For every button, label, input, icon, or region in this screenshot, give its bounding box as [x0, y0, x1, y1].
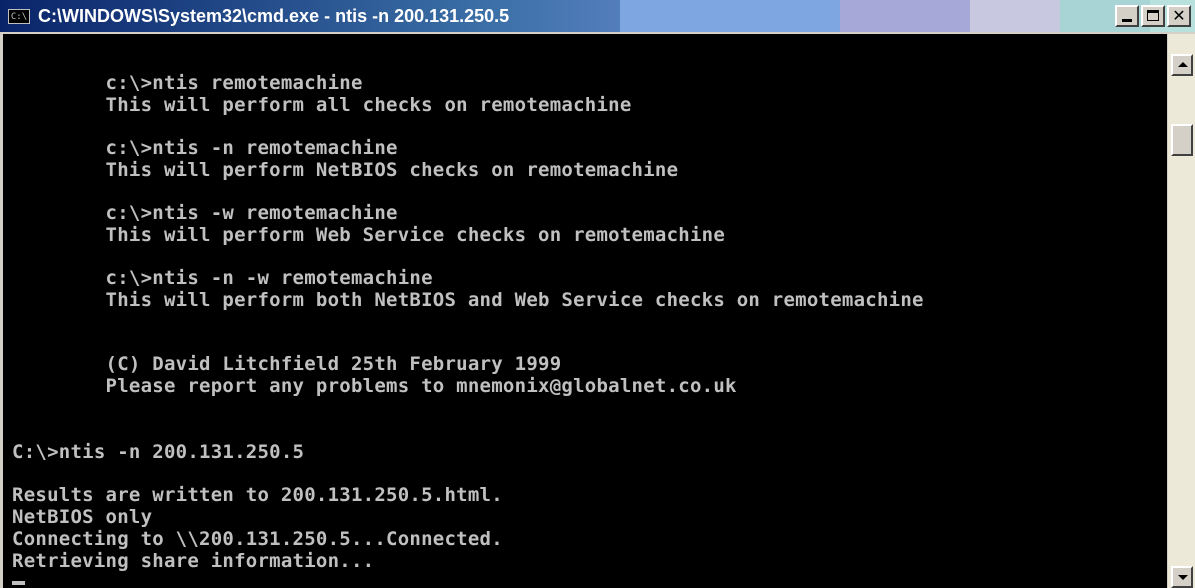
scroll-up-button[interactable]	[1171, 54, 1193, 76]
cmd-icon[interactable]: C:\	[8, 9, 30, 24]
maximize-button[interactable]	[1141, 5, 1165, 27]
window-title: C:\WINDOWS\System32\cmd.exe - ntis -n 20…	[38, 6, 510, 26]
console-output[interactable]: c:\>ntis remotemachine This will perform…	[0, 34, 1167, 588]
arrow-up-icon	[1178, 62, 1188, 67]
console-line: Please report any problems to mnemonix@g…	[12, 375, 737, 397]
console-line: C:\>ntis -n 200.131.250.5	[12, 441, 305, 463]
console-line: This will perform all checks on remotema…	[12, 94, 632, 116]
cmd-window: C:\ C:\WINDOWS\System32\cmd.exe - ntis -…	[0, 0, 1195, 588]
minimize-icon	[1122, 19, 1132, 22]
console-line: This will perform NetBIOS checks on remo…	[12, 159, 679, 181]
console-line: Retrieving share information...	[12, 550, 375, 572]
console-line: Results are written to 200.131.250.5.htm…	[12, 484, 503, 506]
title-bar-gradient	[620, 0, 1195, 32]
console-line: Connecting to \\200.131.250.5...Connecte…	[12, 528, 503, 550]
title-bar[interactable]: C:\ C:\WINDOWS\System32\cmd.exe - ntis -…	[0, 0, 1195, 34]
console-line: c:\>ntis -n remotemachine	[12, 137, 398, 159]
scroll-down-button[interactable]	[1171, 566, 1193, 588]
arrow-down-icon	[1178, 575, 1188, 580]
title-bar-color-band	[620, 0, 840, 32]
close-icon: ✕	[1172, 6, 1186, 25]
console-line: c:\>ntis -n -w remotemachine	[12, 267, 433, 289]
window-controls: ✕	[1115, 5, 1191, 27]
console-line: This will perform Web Service checks on …	[12, 224, 726, 246]
maximize-icon	[1147, 10, 1159, 21]
console-line: (C) David Litchfield 25th February 1999	[12, 353, 562, 375]
console-line: This will perform both NetBIOS and Web S…	[12, 289, 924, 311]
console-line: NetBIOS only	[12, 506, 153, 528]
close-button[interactable]: ✕	[1167, 5, 1191, 27]
title-bar-color-band	[970, 0, 1060, 32]
console-line: c:\>ntis -w remotemachine	[12, 202, 398, 224]
minimize-button[interactable]	[1115, 5, 1139, 27]
scrollbar-thumb[interactable]	[1171, 124, 1193, 156]
text-cursor	[12, 581, 25, 585]
console-line: c:\>ntis remotemachine	[12, 72, 363, 94]
vertical-scrollbar[interactable]	[1167, 34, 1195, 588]
title-bar-color-band	[840, 0, 970, 32]
